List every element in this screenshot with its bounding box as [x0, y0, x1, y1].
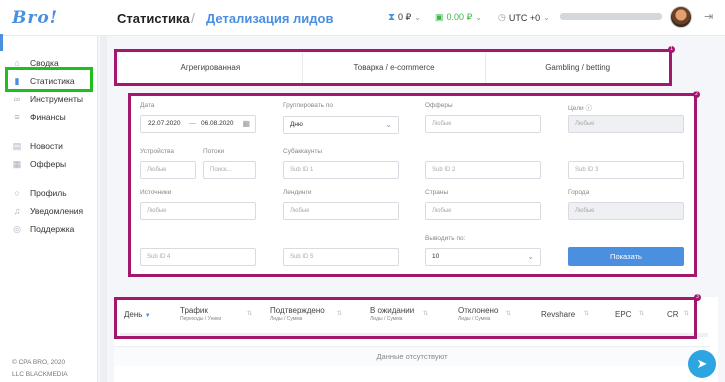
wallet-icon: ▣ [435, 12, 444, 22]
logo[interactable]: Bro! [12, 8, 58, 28]
page-subtitle: Детализация лидов [206, 11, 334, 26]
sidebar-item-label: Уведомления [30, 206, 84, 216]
balance-available-value: 0.00 ₽ [446, 12, 473, 22]
timezone-value: UTC +0 [508, 12, 541, 23]
balance-hold-value: 0 ₽ [398, 12, 412, 22]
sidebar-item-profile[interactable]: ○ Профиль [12, 188, 67, 198]
sidebar-highlight-box [5, 67, 93, 92]
copyright: © CPA BRO, 2020 [12, 359, 66, 366]
chevron-down-icon: ⌄ [543, 13, 550, 22]
avatar[interactable] [670, 6, 692, 28]
list-icon: ▦ [12, 159, 22, 169]
sidebar-item-label: Новости [30, 141, 63, 151]
highlight-box-filters [128, 93, 697, 277]
bell-icon: ♫ [13, 206, 21, 216]
sidebar-item-label: Офферы [30, 159, 67, 169]
highlight-box-table [114, 297, 697, 339]
highlight-badge: 2 [693, 91, 700, 98]
user-icon: ○ [14, 188, 20, 198]
globe-icon: ◎ [13, 224, 21, 234]
company-name: LLC BLACKMEDIA [12, 371, 68, 378]
link-icon: ∞ [13, 94, 21, 104]
highlight-badge: 1 [668, 46, 675, 53]
sidebar-item-label: Инструменты [30, 94, 84, 104]
active-indicator [0, 34, 3, 51]
sidebar-item-label: Финансы [30, 112, 66, 122]
telegram-icon[interactable]: ➤ [688, 350, 716, 378]
hourglass-icon: ⧗ [388, 12, 396, 23]
page-title: Статистика [117, 11, 190, 26]
balance-available[interactable]: ▣ 0.00 ₽ ⌄ [435, 12, 482, 23]
scrollbar[interactable] [100, 36, 107, 382]
timezone-selector[interactable]: ◷ UTC +0 ⌄ [498, 12, 550, 23]
breadcrumb-separator: / [191, 10, 195, 26]
sidebar-item-tools[interactable]: ∞ Инструменты [12, 94, 83, 104]
database-icon: ≡ [14, 112, 20, 122]
highlight-badge: 3 [694, 294, 701, 301]
empty-state: Данные отсутствуют [114, 346, 710, 366]
sidebar-item-news[interactable]: ▤ Новости [12, 141, 63, 151]
sidebar-item-label: Поддержка [30, 224, 75, 234]
clock-icon: ◷ [498, 12, 506, 22]
sidebar-item-finance[interactable]: ≡ Финансы [12, 112, 66, 122]
news-icon: ▤ [12, 141, 22, 151]
sidebar-item-support[interactable]: ◎ Поддержка [12, 224, 74, 234]
balance-hold[interactable]: ⧗ 0 ₽ ⌄ [388, 12, 421, 23]
user-email [560, 13, 662, 20]
chevron-down-icon: ⌄ [414, 13, 421, 22]
sidebar-item-notifications[interactable]: ♫ Уведомления [12, 206, 84, 216]
logout-icon[interactable]: ⇥ [704, 10, 713, 23]
chevron-down-icon: ⌄ [475, 13, 482, 22]
sidebar-item-offers[interactable]: ▦ Офферы [12, 159, 66, 169]
highlight-box-tabs [114, 49, 672, 86]
top-bar: Bro! Статистика / Детализация лидов ⧗ 0 … [0, 0, 725, 36]
sidebar-item-label: Профиль [30, 188, 67, 198]
